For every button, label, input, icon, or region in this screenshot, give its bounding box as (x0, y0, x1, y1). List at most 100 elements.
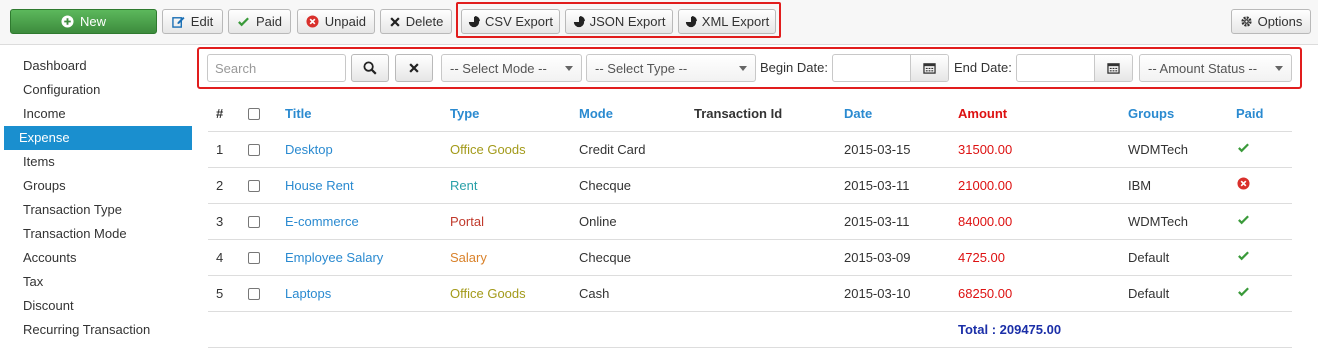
sidebar-item-accounts[interactable]: Accounts (4, 246, 192, 270)
chevron-down-icon (739, 65, 747, 71)
row-mode: Credit Card (571, 131, 686, 168)
check-icon (237, 15, 251, 29)
row-num: 5 (208, 275, 240, 312)
sidebar-item-transaction-mode[interactable]: Transaction Mode (4, 222, 192, 246)
row-num: 4 (208, 239, 240, 276)
row-paid-status[interactable] (1228, 203, 1292, 240)
row-checkbox[interactable] (248, 216, 260, 229)
type-select[interactable]: -- Select Type -- (586, 54, 756, 82)
check-icon[interactable] (1236, 141, 1250, 155)
row-transaction-id (686, 167, 836, 204)
row-amount: 84000.00 (950, 203, 1120, 240)
sidebar: Dashboard Configuration Income Expense Items… (0, 54, 192, 342)
check-icon[interactable] (1236, 249, 1250, 263)
row-type: Office Goods (442, 131, 571, 168)
row-title-link[interactable]: E-commerce (277, 203, 442, 240)
calendar-icon[interactable] (1094, 55, 1132, 81)
sidebar-item-items[interactable]: Items (4, 150, 192, 174)
row-type: Salary (442, 239, 571, 276)
sidebar-item-discount[interactable]: Discount (4, 294, 192, 318)
mode-select-value: -- Select Mode -- (450, 60, 547, 76)
sidebar-item-configuration[interactable]: Configuration (4, 78, 192, 102)
sidebar-item-tax[interactable]: Tax (4, 270, 192, 294)
row-title-link[interactable]: Laptops (277, 275, 442, 312)
col-paid-header[interactable]: Paid (1228, 96, 1292, 132)
row-type: Office Goods (442, 275, 571, 312)
search-icon (363, 61, 377, 75)
row-checkbox[interactable] (248, 144, 260, 157)
check-icon[interactable] (1236, 285, 1250, 299)
sidebar-item-recurring-transaction[interactable]: Recurring Transaction (4, 318, 192, 342)
sidebar-item-groups[interactable]: Groups (4, 174, 192, 198)
row-checkbox[interactable] (248, 180, 260, 193)
select-all-checkbox[interactable] (248, 108, 260, 121)
json-export-button[interactable]: JSON Export (565, 9, 673, 34)
type-select-value: -- Select Type -- (595, 60, 688, 76)
row-title-link[interactable]: Employee Salary (277, 239, 442, 276)
pie-chart-icon (573, 15, 585, 29)
end-date-input[interactable] (1017, 55, 1094, 81)
row-checkbox[interactable] (248, 288, 260, 301)
xml-export-button[interactable]: XML Export (678, 9, 776, 34)
end-date-field[interactable] (1016, 54, 1133, 82)
row-groups: Default (1120, 239, 1228, 276)
mode-select[interactable]: -- Select Mode -- (441, 54, 582, 82)
search-input[interactable]: Search (207, 54, 346, 82)
begin-date-input[interactable] (833, 55, 910, 81)
col-amount-header[interactable]: Amount (950, 96, 1120, 132)
select-all-header[interactable] (240, 96, 277, 132)
expense-table: # Title Type Mode Transaction Id Date Am… (208, 96, 1292, 348)
sidebar-item-dashboard[interactable]: Dashboard (4, 54, 192, 78)
table-row: 4 Employee Salary Salary Checque 2015-03-09 4… (208, 239, 1292, 276)
row-groups: IBM (1120, 167, 1228, 204)
table-row: 2 House Rent Rent Checque 2015-03-11 21000.00… (208, 167, 1292, 204)
row-select-cell[interactable] (240, 239, 277, 276)
row-paid-status[interactable] (1228, 131, 1292, 168)
new-button[interactable]: New (10, 9, 157, 34)
col-date-header[interactable]: Date (836, 96, 950, 132)
times-circle-icon[interactable] (1236, 177, 1250, 191)
row-paid-status[interactable] (1228, 239, 1292, 276)
calendar-icon[interactable] (910, 55, 948, 81)
row-select-cell[interactable] (240, 167, 277, 204)
unpaid-button[interactable]: Unpaid (297, 9, 375, 34)
row-checkbox[interactable] (248, 252, 260, 265)
delete-button[interactable]: Delete (380, 9, 452, 34)
plus-circle-icon (61, 15, 75, 29)
row-select-cell[interactable] (240, 203, 277, 240)
table-total-row: Total : 209475.00 (208, 311, 1292, 348)
row-date: 2015-03-15 (836, 131, 950, 168)
row-mode: Cash (571, 275, 686, 312)
pie-chart-icon (468, 15, 481, 29)
row-transaction-id (686, 131, 836, 168)
edit-button[interactable]: Edit (162, 9, 223, 34)
check-icon[interactable] (1236, 213, 1250, 227)
row-select-cell[interactable] (240, 131, 277, 168)
amount-status-select[interactable]: -- Amount Status -- (1139, 54, 1292, 82)
col-title-header[interactable]: Title (277, 96, 442, 132)
row-groups: Default (1120, 275, 1228, 312)
row-paid-status[interactable] (1228, 167, 1292, 204)
sidebar-item-expense[interactable]: Expense (4, 126, 192, 150)
options-button[interactable]: Options (1231, 9, 1311, 34)
paid-label: Paid (255, 14, 282, 29)
sidebar-item-income[interactable]: Income (4, 102, 192, 126)
search-button[interactable] (351, 54, 389, 82)
toolbar: New Edit Paid Unpaid Delete CSV Export J… (0, 0, 1318, 45)
csv-export-button[interactable]: CSV Export (461, 9, 560, 34)
row-amount: 68250.00 (950, 275, 1120, 312)
begin-date-label: Begin Date: (760, 60, 828, 75)
begin-date-field[interactable] (832, 54, 949, 82)
clear-search-button[interactable] (395, 54, 433, 82)
row-amount: 4725.00 (950, 239, 1120, 276)
row-date: 2015-03-10 (836, 275, 950, 312)
paid-button[interactable]: Paid (228, 9, 291, 34)
row-title-link[interactable]: House Rent (277, 167, 442, 204)
col-type-header[interactable]: Type (442, 96, 571, 132)
col-mode-header[interactable]: Mode (571, 96, 686, 132)
sidebar-item-transaction-type[interactable]: Transaction Type (4, 198, 192, 222)
row-select-cell[interactable] (240, 275, 277, 312)
row-paid-status[interactable] (1228, 275, 1292, 312)
col-groups-header[interactable]: Groups (1120, 96, 1228, 132)
row-title-link[interactable]: Desktop (277, 131, 442, 168)
